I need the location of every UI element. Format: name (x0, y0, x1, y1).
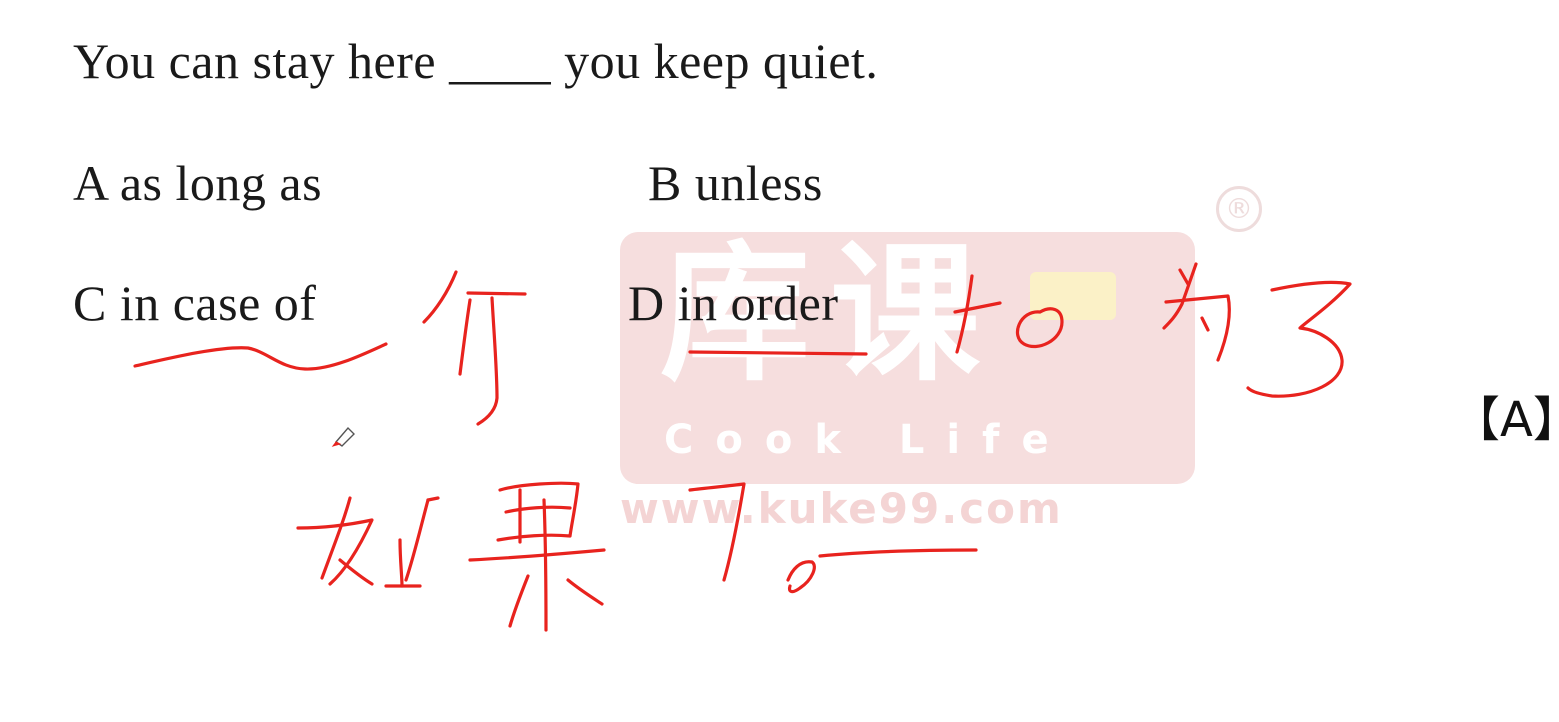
slide: 库课 Cook Life www.kuke99.com ® You can st… (0, 0, 1559, 722)
pen-cursor-icon (331, 426, 355, 447)
